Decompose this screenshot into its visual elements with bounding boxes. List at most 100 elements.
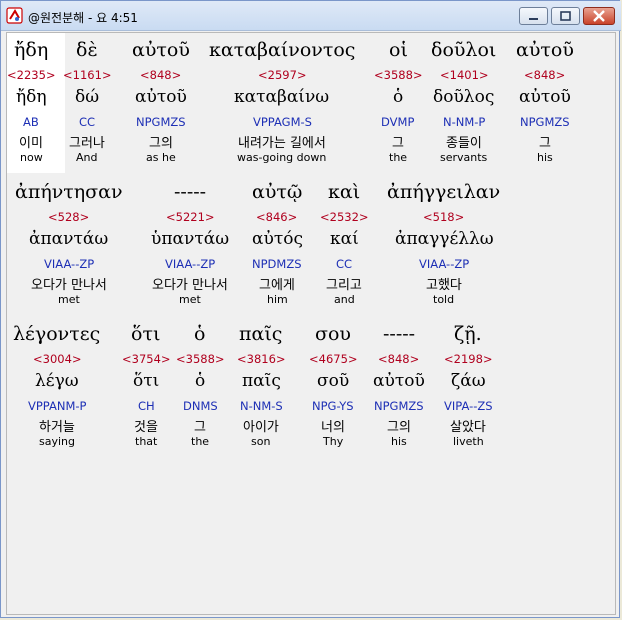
strong-number[interactable]: <1401> xyxy=(440,68,489,82)
parsing-code: NPDMZS xyxy=(252,257,302,271)
lemma: ἀπαντάω xyxy=(29,229,109,249)
lemma: ὅτι xyxy=(133,371,160,391)
strong-number[interactable]: <848> xyxy=(524,68,565,82)
strong-number[interactable]: <3588> xyxy=(374,68,423,82)
english-gloss: met xyxy=(179,293,201,306)
greek-word: ----- xyxy=(174,181,207,203)
english-gloss: the xyxy=(389,151,408,164)
greek-word: αὐτῷ xyxy=(252,181,303,203)
english-gloss: told xyxy=(433,293,455,306)
lemma: ἤδη xyxy=(16,87,47,107)
minimize-button[interactable] xyxy=(519,7,548,25)
strong-number[interactable]: <528> xyxy=(48,210,89,224)
lemma: σοῦ xyxy=(317,371,350,391)
parsing-code: CC xyxy=(336,257,353,271)
lemma: ζάω xyxy=(451,371,486,391)
english-gloss: Thy xyxy=(323,435,344,448)
greek-word: ὁ xyxy=(194,323,206,345)
greek-word: καταβαίνοντος xyxy=(209,39,356,61)
lemma: λέγω xyxy=(35,371,79,391)
strong-number[interactable]: <518> xyxy=(423,210,464,224)
close-button[interactable] xyxy=(583,7,615,25)
parsing-code: NPGMZS xyxy=(520,115,570,129)
maximize-button[interactable] xyxy=(551,7,580,25)
parsing-code: NPGMZS xyxy=(374,399,424,413)
english-gloss: and xyxy=(334,293,355,306)
korean-gloss: 그 xyxy=(194,420,206,435)
korean-gloss: 것을 xyxy=(134,420,158,435)
greek-word: ἤδη xyxy=(14,39,49,61)
parsing-code: VIAA--ZP xyxy=(165,257,216,271)
lemma: καταβαίνω xyxy=(234,87,330,107)
strong-number[interactable]: <4675> xyxy=(309,352,358,366)
greek-word: δοῦλοι xyxy=(431,39,497,61)
parsing-code: NPG-YS xyxy=(312,399,354,413)
strong-number[interactable]: <2198> xyxy=(444,352,493,366)
strong-number[interactable]: <848> xyxy=(140,68,181,82)
lemma: ἀπαγγέλλω xyxy=(395,229,494,249)
app-icon xyxy=(6,7,23,24)
greek-word: αὐτοῦ xyxy=(516,39,574,61)
strong-number[interactable]: <3754> xyxy=(122,352,171,366)
parsing-code: VIAA--ZP xyxy=(419,257,470,271)
english-gloss: his xyxy=(391,435,407,448)
lemma: παῖς xyxy=(242,371,281,391)
korean-gloss: 고했다 xyxy=(426,278,462,293)
english-gloss: servants xyxy=(440,151,488,164)
greek-word: δὲ xyxy=(76,39,98,61)
strong-number[interactable]: <3816> xyxy=(237,352,286,366)
greek-word: ----- xyxy=(383,323,416,345)
greek-word: καὶ xyxy=(328,181,361,203)
parsing-code: VIPA--ZS xyxy=(444,399,493,413)
close-icon xyxy=(593,10,605,22)
greek-word: ἀπήντησαν xyxy=(15,181,123,203)
korean-gloss: 그의 xyxy=(149,136,173,151)
english-gloss: the xyxy=(191,435,210,448)
strong-number[interactable]: <848> xyxy=(378,352,419,366)
english-gloss: was-going down xyxy=(237,151,327,164)
parsing-code: AB xyxy=(23,115,39,129)
parsing-code: DVMP xyxy=(381,115,415,129)
title-bar[interactable]: @원전분해 - 요 4:51 xyxy=(1,1,621,31)
korean-gloss: 아이가 xyxy=(243,420,279,435)
english-gloss: met xyxy=(58,293,80,306)
strong-number[interactable]: <3588> xyxy=(176,352,225,366)
lemma: ὁ xyxy=(195,371,206,391)
parsing-code: VPPANM-P xyxy=(28,399,87,413)
strong-number[interactable]: <2532> xyxy=(320,210,369,224)
strong-number[interactable]: <5221> xyxy=(166,210,215,224)
strong-number[interactable]: <1161> xyxy=(63,68,112,82)
app-window: @원전분해 - 요 4:51 ἤδη <2235> ἤδη AB 이미 now δὲ <116… xyxy=(0,0,621,618)
english-gloss: saying xyxy=(39,435,75,448)
english-gloss: son xyxy=(251,435,271,448)
strong-number[interactable]: <846> xyxy=(256,210,297,224)
greek-word: ὅτι xyxy=(131,323,161,345)
korean-gloss: 그 xyxy=(392,136,404,151)
english-gloss: And xyxy=(76,151,98,164)
korean-gloss: 그의 xyxy=(387,420,411,435)
lemma: δώ xyxy=(75,87,100,107)
strong-number[interactable]: <3004> xyxy=(33,352,82,366)
strong-number[interactable]: <2597> xyxy=(258,68,307,82)
korean-gloss: 이미 xyxy=(19,136,43,151)
greek-word: σου xyxy=(315,323,351,345)
lemma: καί xyxy=(330,229,359,249)
strong-number[interactable]: <2235> xyxy=(7,68,56,82)
korean-gloss: 그러나 xyxy=(69,136,105,151)
lemma: δοῦλος xyxy=(433,87,495,107)
korean-gloss: 그 xyxy=(539,136,551,151)
window-title: @원전분해 - 요 4:51 xyxy=(28,11,138,25)
korean-gloss: 살았다 xyxy=(450,420,486,435)
minimize-icon xyxy=(529,18,538,20)
interlinear-panel[interactable]: ἤδη <2235> ἤδη AB 이미 now δὲ <1161> δώ CC 그러나 And αὐτ… xyxy=(6,32,616,615)
parsing-code: VIAA--ZP xyxy=(44,257,95,271)
english-gloss: liveth xyxy=(453,435,484,448)
parsing-code: VPPAGM-S xyxy=(253,115,312,129)
korean-gloss: 하거늘 xyxy=(39,420,75,435)
korean-gloss: 오다가 만나서 xyxy=(152,278,228,293)
korean-gloss: 너의 xyxy=(321,420,345,435)
greek-word: ἀπήγγειλαν xyxy=(387,181,501,203)
lemma: ὑπαντάω xyxy=(151,229,230,249)
english-gloss: him xyxy=(267,293,288,306)
english-gloss: his xyxy=(537,151,553,164)
